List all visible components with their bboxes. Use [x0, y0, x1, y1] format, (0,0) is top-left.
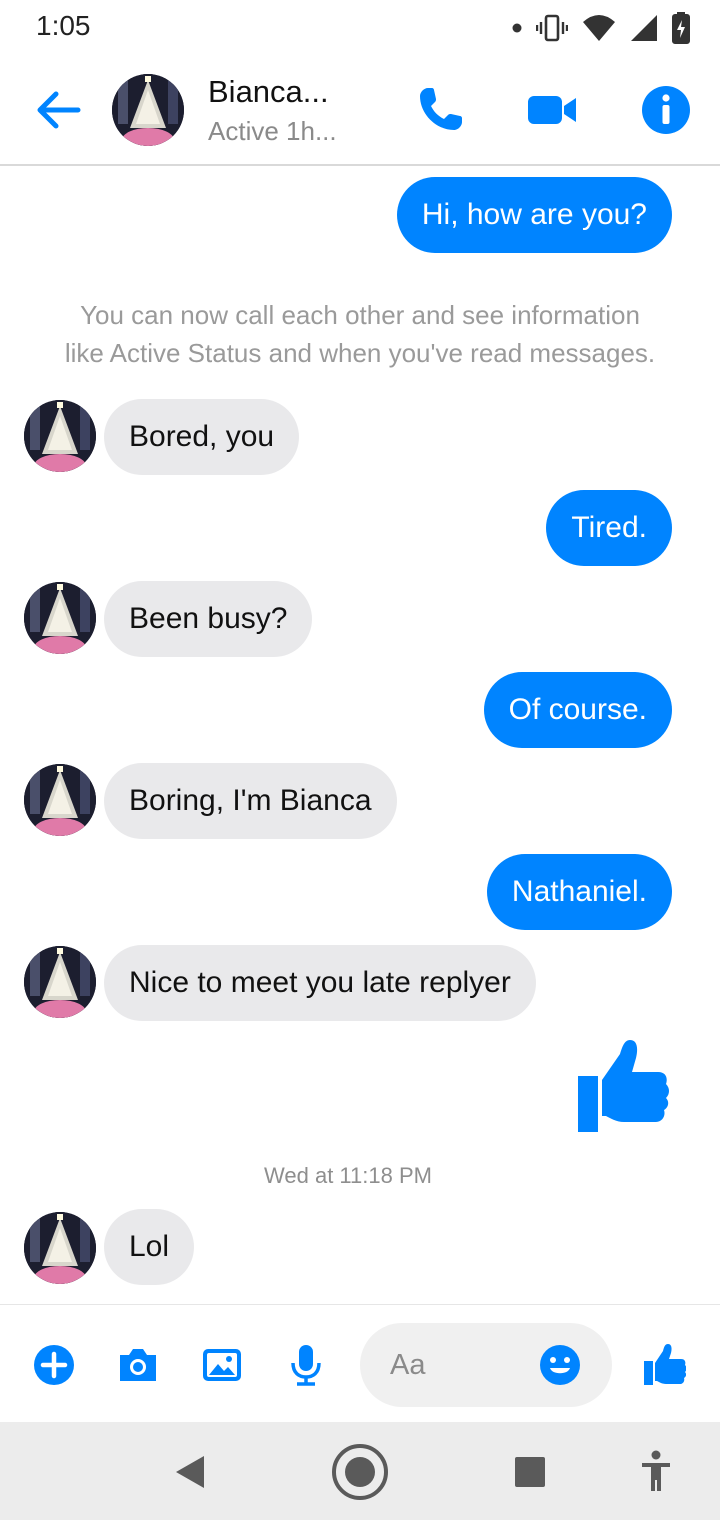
active-status: Active 1h...: [208, 116, 337, 146]
incoming-message[interactable]: Lol: [104, 1209, 195, 1285]
notice-line: like Active Status and when you've read …: [64, 338, 656, 368]
recents-square-icon[interactable]: [500, 1442, 560, 1502]
back-arrow-icon[interactable]: [30, 82, 86, 138]
message-input[interactable]: Aa: [360, 1323, 612, 1407]
message-list[interactable]: Hi, how are you? You can now call each o…: [0, 168, 720, 1304]
avatar-image: [24, 764, 96, 836]
message-timestamp: Wed at 11:18 PM: [264, 1163, 432, 1188]
sender-avatar[interactable]: [24, 1212, 96, 1284]
sender-avatar[interactable]: [24, 400, 96, 472]
video-call-icon[interactable]: [526, 84, 578, 136]
incoming-message[interactable]: Bored, you: [104, 399, 300, 475]
avatar-image: [24, 400, 96, 472]
system-nav-bar: [0, 1422, 720, 1520]
plus-icon[interactable]: [32, 1343, 76, 1387]
avatar-image: [24, 1212, 96, 1284]
gallery-icon[interactable]: [200, 1343, 244, 1387]
message-composer: Aa: [0, 1304, 720, 1422]
dot-icon: [512, 23, 522, 33]
outgoing-message[interactable]: Nathaniel.: [486, 854, 672, 930]
contact-name[interactable]: Bianca...: [208, 74, 329, 110]
notice-line: You can now call each other and see info…: [80, 300, 640, 330]
avatar-image: [24, 946, 96, 1018]
incoming-message[interactable]: Been busy?: [104, 581, 313, 657]
outgoing-message[interactable]: Of course.: [483, 672, 672, 748]
sender-avatar[interactable]: [24, 582, 96, 654]
wifi-icon: [583, 15, 615, 41]
back-triangle-icon[interactable]: [160, 1442, 220, 1502]
avatar-image: [24, 582, 96, 654]
status-bar: 1:05: [0, 0, 720, 56]
microphone-icon[interactable]: [284, 1343, 328, 1387]
info-notice: You can now call each other and see info…: [20, 296, 700, 372]
conversation-header: Bianca... Active 1h...: [0, 56, 720, 166]
phone-call-icon[interactable]: [414, 84, 466, 136]
sender-avatar[interactable]: [24, 946, 96, 1018]
sender-avatar[interactable]: [24, 764, 96, 836]
avatar-image: [112, 74, 184, 146]
battery-charging-icon: [672, 12, 690, 44]
emoji-icon[interactable]: [538, 1343, 582, 1387]
contact-avatar[interactable]: [112, 74, 184, 146]
thumbs-up-icon[interactable]: [642, 1343, 686, 1387]
vibrate-icon: [536, 14, 568, 42]
outgoing-message[interactable]: Hi, how are you?: [396, 177, 672, 253]
input-placeholder: Aa: [390, 1349, 426, 1381]
camera-icon[interactable]: [116, 1343, 160, 1387]
incoming-message[interactable]: Nice to meet you late replyer: [104, 945, 536, 1021]
thumbs-up-sticker-icon[interactable]: [572, 1036, 672, 1136]
outgoing-message[interactable]: Tired.: [546, 490, 672, 566]
status-icons: [512, 10, 690, 46]
accessibility-icon[interactable]: [626, 1442, 686, 1502]
status-time: 1:05: [36, 10, 91, 41]
home-circle-icon[interactable]: [330, 1442, 390, 1502]
info-icon[interactable]: [640, 84, 692, 136]
cell-signal-icon: [631, 15, 657, 41]
incoming-message[interactable]: Boring, I'm Bianca: [104, 763, 397, 839]
